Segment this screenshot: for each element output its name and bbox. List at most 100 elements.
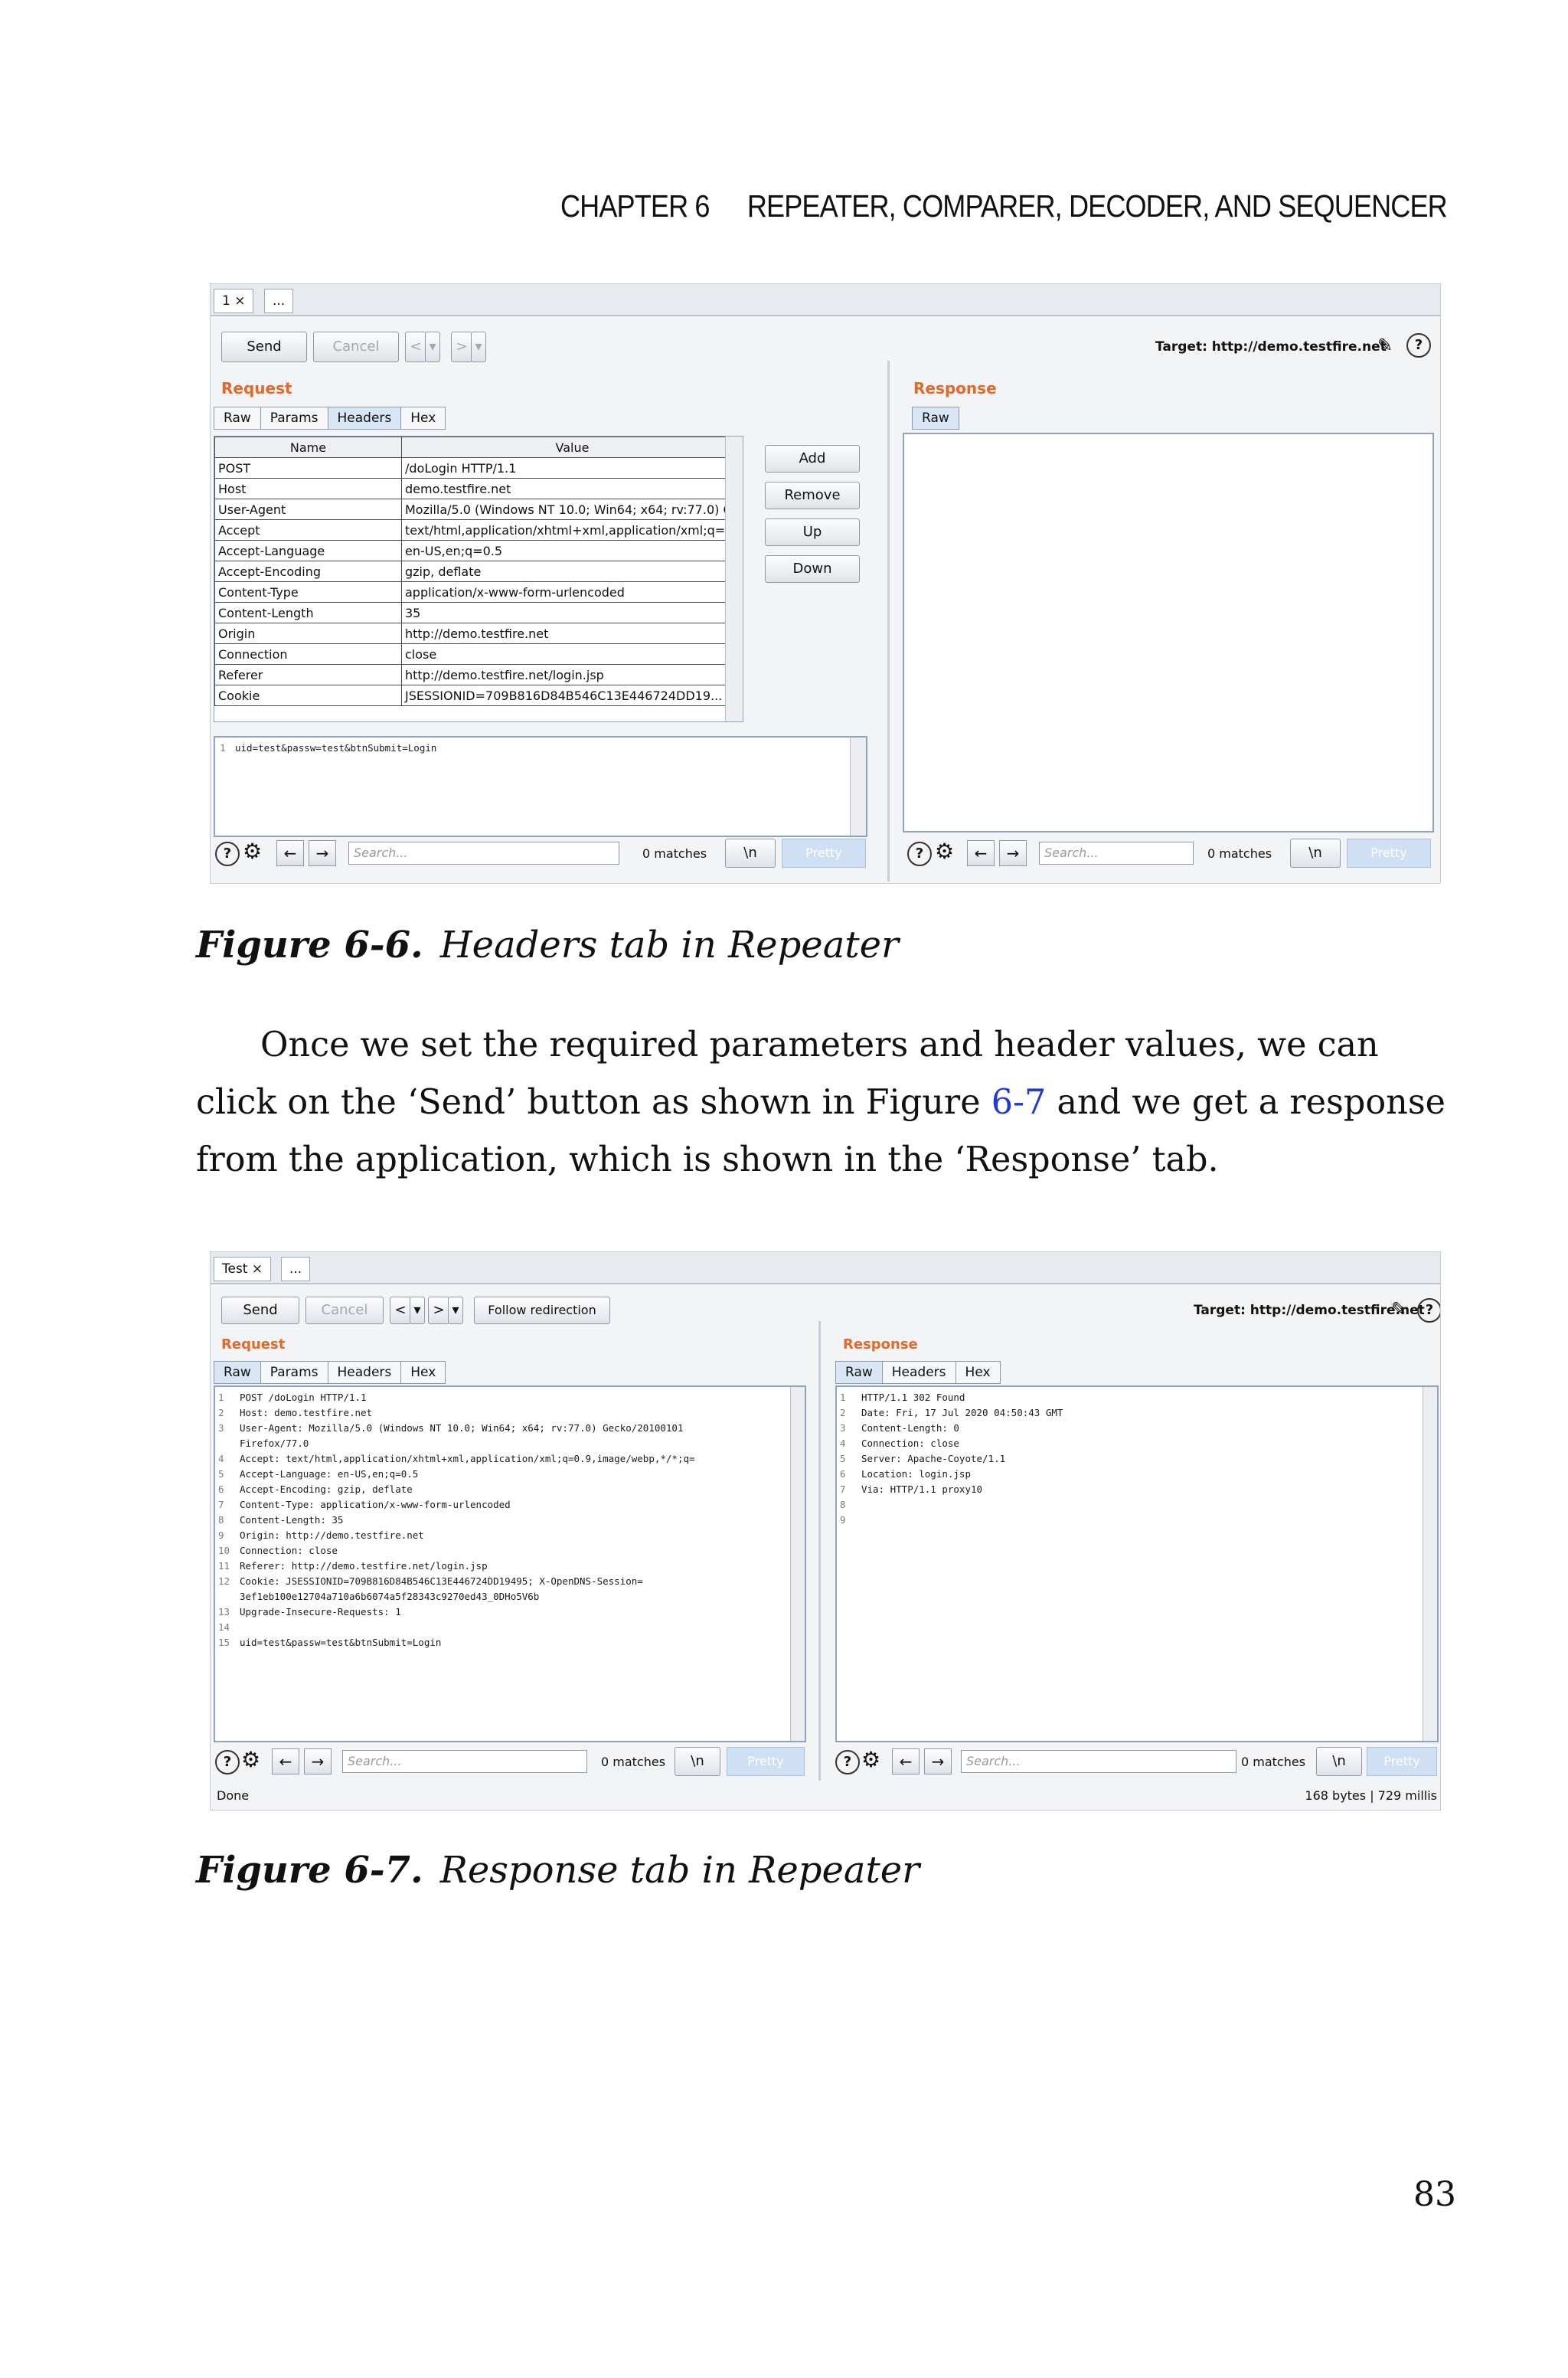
previous-match-button[interactable]: ← — [272, 1748, 299, 1775]
previous-match-button[interactable]: ← — [276, 840, 304, 866]
header-name-cell[interactable]: Accept-Encoding — [214, 561, 402, 582]
newline-toggle-button[interactable]: \n — [1316, 1747, 1362, 1776]
header-value-cell[interactable]: /doLogin HTTP/1.1 — [401, 457, 743, 479]
column-header-value[interactable]: Value — [401, 437, 743, 458]
send-button[interactable]: Send — [221, 332, 307, 362]
previous-match-button[interactable]: ← — [892, 1748, 920, 1775]
back-button[interactable]: < — [405, 332, 426, 362]
header-name-cell[interactable]: Content-Type — [214, 581, 402, 603]
next-match-button[interactable]: → — [924, 1748, 952, 1775]
header-value-cell[interactable]: close — [401, 643, 743, 665]
tab-hex[interactable]: Hex — [400, 1361, 446, 1384]
help-icon[interactable]: ? — [907, 842, 932, 866]
table-row[interactable]: Accept-Encoding gzip, deflate — [214, 561, 743, 582]
tab-headers[interactable]: Headers — [327, 407, 402, 430]
response-scrollbar[interactable] — [1423, 1387, 1437, 1741]
header-name-cell[interactable]: Connection — [214, 643, 402, 665]
cancel-button[interactable]: Cancel — [313, 332, 399, 362]
send-button[interactable]: Send — [221, 1297, 299, 1324]
header-name-cell[interactable]: Host — [214, 478, 402, 499]
request-editor[interactable]: 1 POST /doLogin HTTP/1.1 2 Host: demo.testf… — [214, 1385, 806, 1742]
tab-raw[interactable]: Raw — [835, 1361, 883, 1384]
header-value-cell[interactable]: Mozilla/5.0 (Windows NT 10.0; Win64; x64… — [401, 499, 743, 520]
back-dropdown-button[interactable]: ▾ — [425, 332, 440, 362]
header-value-cell[interactable]: JSESSIONID=709B816D84B546C13E446724DD19.… — [401, 685, 743, 706]
request-scrollbar[interactable] — [790, 1387, 805, 1741]
settings-icon[interactable]: ⚙ — [243, 839, 262, 864]
next-match-button[interactable]: → — [309, 840, 336, 866]
header-value-cell[interactable]: text/html,application/xhtml+xml,applicat… — [401, 519, 743, 541]
tab-hex[interactable]: Hex — [400, 407, 446, 430]
tab-params[interactable]: Params — [260, 1361, 328, 1384]
header-value-cell[interactable]: 35 — [401, 602, 743, 623]
pretty-button[interactable]: Pretty — [1367, 1747, 1437, 1776]
table-row[interactable]: Connection close — [214, 643, 743, 665]
forward-dropdown-button[interactable]: ▾ — [471, 332, 486, 362]
header-name-cell[interactable]: Cookie — [214, 685, 402, 706]
pane-divider[interactable] — [818, 1321, 821, 1781]
follow-redirection-button[interactable]: Follow redirection — [474, 1297, 610, 1324]
header-name-cell[interactable]: POST — [214, 457, 402, 479]
tab-raw[interactable]: Raw — [912, 407, 959, 430]
figure-link[interactable]: 6-7 — [991, 1083, 1047, 1122]
tab-new[interactable]: ... — [264, 289, 294, 313]
pretty-button[interactable]: Pretty — [727, 1747, 805, 1776]
help-icon[interactable]: ? — [835, 1750, 860, 1775]
pretty-button[interactable]: Pretty — [1347, 839, 1431, 868]
table-row[interactable]: Accept text/html,application/xhtml+xml,ap… — [214, 519, 743, 541]
forward-button[interactable]: > — [428, 1297, 449, 1324]
header-name-cell[interactable]: Content-Length — [214, 602, 402, 623]
tab-raw[interactable]: Raw — [214, 1361, 261, 1384]
add-header-button[interactable]: Add — [765, 445, 860, 473]
tab-hex[interactable]: Hex — [955, 1361, 1001, 1384]
help-icon[interactable]: ? — [1406, 333, 1431, 358]
newline-toggle-button[interactable]: \n — [1290, 839, 1341, 868]
column-header-name[interactable]: Name — [214, 437, 402, 458]
header-name-cell[interactable]: Referer — [214, 664, 402, 685]
down-button[interactable]: Down — [765, 555, 860, 583]
next-match-button[interactable]: → — [304, 1748, 332, 1775]
table-row[interactable]: User-Agent Mozilla/5.0 (Windows NT 10.0; … — [214, 499, 743, 520]
tab-headers[interactable]: Headers — [327, 1361, 402, 1384]
header-value-cell[interactable]: http://demo.testfire.net/login.jsp — [401, 664, 743, 685]
newline-toggle-button[interactable]: \n — [675, 1747, 720, 1776]
next-match-button[interactable]: → — [999, 840, 1027, 866]
table-row[interactable]: Origin http://demo.testfire.net — [214, 623, 743, 644]
response-editor[interactable] — [903, 433, 1434, 832]
back-button[interactable]: < — [390, 1297, 411, 1324]
tab-test[interactable]: Test × — [214, 1257, 272, 1281]
up-button[interactable]: Up — [765, 518, 860, 546]
header-name-cell[interactable]: Origin — [214, 623, 402, 644]
help-icon[interactable]: ? — [1417, 1298, 1440, 1323]
search-input[interactable]: Search... — [342, 1750, 587, 1773]
headers-table-scrollbar[interactable] — [725, 437, 743, 721]
remove-header-button[interactable]: Remove — [765, 482, 860, 509]
cancel-button[interactable]: Cancel — [305, 1297, 384, 1324]
search-input[interactable]: Search... — [348, 842, 619, 865]
search-input[interactable]: Search... — [1039, 842, 1194, 865]
back-dropdown-button[interactable]: ▾ — [410, 1297, 425, 1324]
help-icon[interactable]: ? — [215, 842, 240, 866]
request-body-editor[interactable]: 1 uid=test&passw=test&btnSubmit=Login — [214, 736, 867, 837]
forward-dropdown-button[interactable]: ▾ — [448, 1297, 463, 1324]
table-row[interactable]: Content-Type application/x-www-form-urlen… — [214, 581, 743, 603]
request-body-scrollbar[interactable] — [850, 738, 866, 836]
table-row[interactable]: Referer http://demo.testfire.net/login.js… — [214, 664, 743, 685]
target-host[interactable]: Target: http://demo.testfire.net — [1194, 1303, 1425, 1318]
tab-new[interactable]: ... — [281, 1257, 311, 1281]
response-editor[interactable]: 1 HTTP/1.1 302 Found 2 Date: Fri, 17 Jul 20… — [835, 1385, 1439, 1742]
tab-headers[interactable]: Headers — [881, 1361, 956, 1384]
table-row[interactable]: Cookie JSESSIONID=709B816D84B546C13E44672… — [214, 685, 743, 706]
header-name-cell[interactable]: User-Agent — [214, 499, 402, 520]
target-host[interactable]: Target: http://demo.testfire.net — [1155, 339, 1387, 355]
settings-icon[interactable]: ⚙ — [861, 1747, 880, 1772]
header-value-cell[interactable]: en-US,en;q=0.5 — [401, 540, 743, 561]
tab-params[interactable]: Params — [260, 407, 328, 430]
header-value-cell[interactable]: application/x-www-form-urlencoded — [401, 581, 743, 603]
tab-1[interactable]: 1 × — [214, 289, 254, 313]
table-row[interactable]: Host demo.testfire.net — [214, 478, 743, 499]
pane-divider[interactable] — [887, 361, 890, 882]
table-row[interactable]: POST/doLogin HTTP/1.1 — [214, 457, 743, 479]
pretty-button[interactable]: Pretty — [782, 839, 866, 868]
header-value-cell[interactable]: demo.testfire.net — [401, 478, 743, 499]
